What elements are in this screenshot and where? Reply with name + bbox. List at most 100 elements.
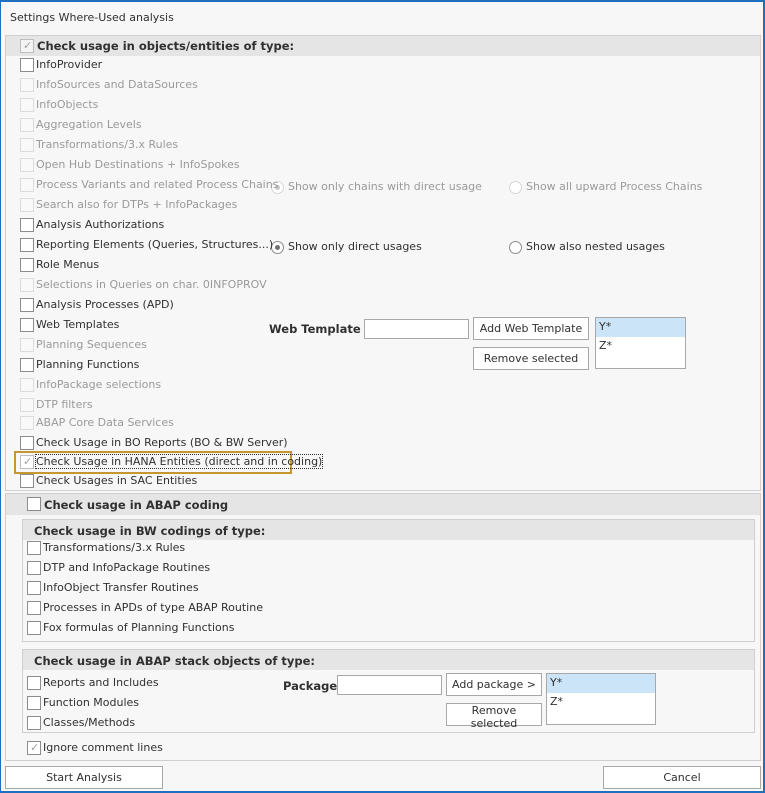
bw-coding-checkbox[interactable] [27,581,41,595]
object-type-checkbox[interactable] [20,278,34,292]
check-icon: ✓ [23,455,33,468]
object-type-label: Planning Sequences [36,338,147,351]
settings-dialog: Settings Where-Used analysis ✓ Check usa… [0,0,765,793]
objects-group-checkbox[interactable]: ✓ [20,39,34,53]
object-type-label: InfoProvider [36,58,103,71]
web-template-list[interactable]: Y* Z* [595,317,686,369]
object-type-checkbox[interactable] [20,398,34,412]
object-type-label: InfoPackage selections [36,378,162,391]
ignore-comments-checkbox[interactable]: ✓ [27,741,41,755]
abap-stack-label: Reports and Includes [43,676,159,689]
abap-stack-title: Check usage in ABAP stack objects of typ… [34,654,315,668]
object-type-checkbox[interactable] [20,378,34,392]
object-type-checkbox[interactable] [20,436,34,450]
add-package-button[interactable]: Add package > [446,673,542,696]
check-icon: ✓ [30,741,40,754]
web-template-list-item[interactable]: Y* [596,318,685,337]
radio-chains-upward-label: Show all upward Process Chains [526,180,703,193]
start-analysis-button[interactable]: Start Analysis [5,766,163,789]
abap-stack-checkbox[interactable] [27,676,41,690]
radio-chains-direct-label: Show only chains with direct usage [288,180,482,193]
radio-nested-usages[interactable] [509,241,522,254]
remove-web-template-button[interactable]: Remove selected [473,347,589,370]
object-type-checkbox[interactable] [20,298,34,312]
object-type-checkbox[interactable] [20,198,34,212]
radio-direct-usages-label: Show only direct usages [288,240,422,253]
object-type-label: Role Menus [36,258,100,271]
bw-coding-label: Processes in APDs of type ABAP Routine [43,601,263,614]
objects-group-title: Check usage in objects/entities of type: [37,39,295,53]
package-list[interactable]: Y* Z* [546,673,656,725]
object-type-checkbox[interactable]: ✓ [20,455,34,469]
object-type-checkbox[interactable] [20,238,34,252]
web-template-list-item[interactable]: Z* [596,337,685,356]
abap-stack-checkbox[interactable] [27,716,41,730]
abap-group-checkbox[interactable] [27,497,41,511]
package-label: Package [283,679,338,693]
web-template-label: Web Template [269,322,361,336]
object-type-checkbox[interactable] [20,318,34,332]
object-type-label: Open Hub Destinations + InfoSpokes [36,158,240,171]
bw-coding-checkbox[interactable] [27,561,41,575]
object-type-checkbox[interactable] [20,358,34,372]
radio-dot [275,245,280,250]
object-type-label: Check Usages in SAC Entities [36,474,198,487]
object-type-label: Search also for DTPs + InfoPackages [36,198,238,211]
bw-coding-checkbox[interactable] [27,621,41,635]
object-type-label: Web Templates [36,318,120,331]
object-type-checkbox[interactable] [20,416,34,430]
object-type-checkbox[interactable] [20,218,34,232]
web-template-input[interactable] [364,319,469,339]
radio-nested-usages-label: Show also nested usages [526,240,665,253]
package-list-item[interactable]: Y* [547,674,655,693]
object-type-checkbox[interactable] [20,158,34,172]
ignore-comments-label: Ignore comment lines [43,741,163,754]
object-type-checkbox[interactable] [20,474,34,488]
package-input[interactable] [337,675,442,695]
object-type-checkbox[interactable] [20,178,34,192]
abap-stack-label: Function Modules [43,696,140,709]
bw-coding-label: Fox formulas of Planning Functions [43,621,235,634]
object-type-label: DTP filters [36,398,93,411]
abap-group-header: Check usage in ABAP coding [6,494,760,515]
bw-coding-checkbox[interactable] [27,541,41,555]
object-type-label: Planning Functions [36,358,140,371]
remove-package-button[interactable]: Remove selected [446,703,542,730]
bw-coding-label: DTP and InfoPackage Routines [43,561,211,574]
bw-coding-checkbox[interactable] [27,601,41,615]
object-type-label: Selections in Queries on char. 0INFOPROV [36,278,267,291]
bw-coding-label: InfoObject Transfer Routines [43,581,199,594]
object-type-checkbox[interactable] [20,338,34,352]
radio-chains-upward[interactable] [509,181,522,194]
object-type-label: InfoSources and DataSources [36,78,198,91]
object-type-label: ABAP Core Data Services [36,416,174,429]
object-type-checkbox[interactable] [20,98,34,112]
object-type-checkbox[interactable] [20,258,34,272]
package-list-item[interactable]: Z* [547,693,655,712]
object-type-label: InfoObjects [36,98,99,111]
object-type-label: Aggregation Levels [36,118,142,131]
abap-stack-header: Check usage in ABAP stack objects of typ… [23,650,754,670]
bw-codings-title: Check usage in BW codings of type: [34,524,266,538]
object-type-label: Check Usage in BO Reports (BO & BW Serve… [36,436,288,449]
dialog-title: Settings Where-Used analysis [10,11,174,24]
object-type-checkbox[interactable] [20,78,34,92]
bw-codings-header: Check usage in BW codings of type: [23,520,754,540]
add-web-template-button[interactable]: Add Web Template [473,317,589,340]
object-type-label: Process Variants and related Process Cha… [36,178,279,191]
bw-coding-label: Transformations/3.x Rules [43,541,186,554]
object-type-label: Check Usage in HANA Entities (direct and… [34,454,324,469]
abap-stack-checkbox[interactable] [27,696,41,710]
abap-stack-label: Classes/Methods [43,716,136,729]
abap-group-title: Check usage in ABAP coding [44,498,229,512]
object-type-label: Reporting Elements (Queries, Structures.… [36,238,274,251]
object-type-checkbox[interactable] [20,58,34,72]
objects-group-header: ✓ Check usage in objects/entities of typ… [6,36,760,56]
cancel-button[interactable]: Cancel [603,766,761,789]
object-type-checkbox[interactable] [20,118,34,132]
object-type-label: Transformations/3.x Rules [36,138,179,151]
object-type-label: Analysis Authorizations [36,218,165,231]
check-icon: ✓ [23,39,33,52]
object-type-label: Analysis Processes (APD) [36,298,174,311]
object-type-checkbox[interactable] [20,138,34,152]
